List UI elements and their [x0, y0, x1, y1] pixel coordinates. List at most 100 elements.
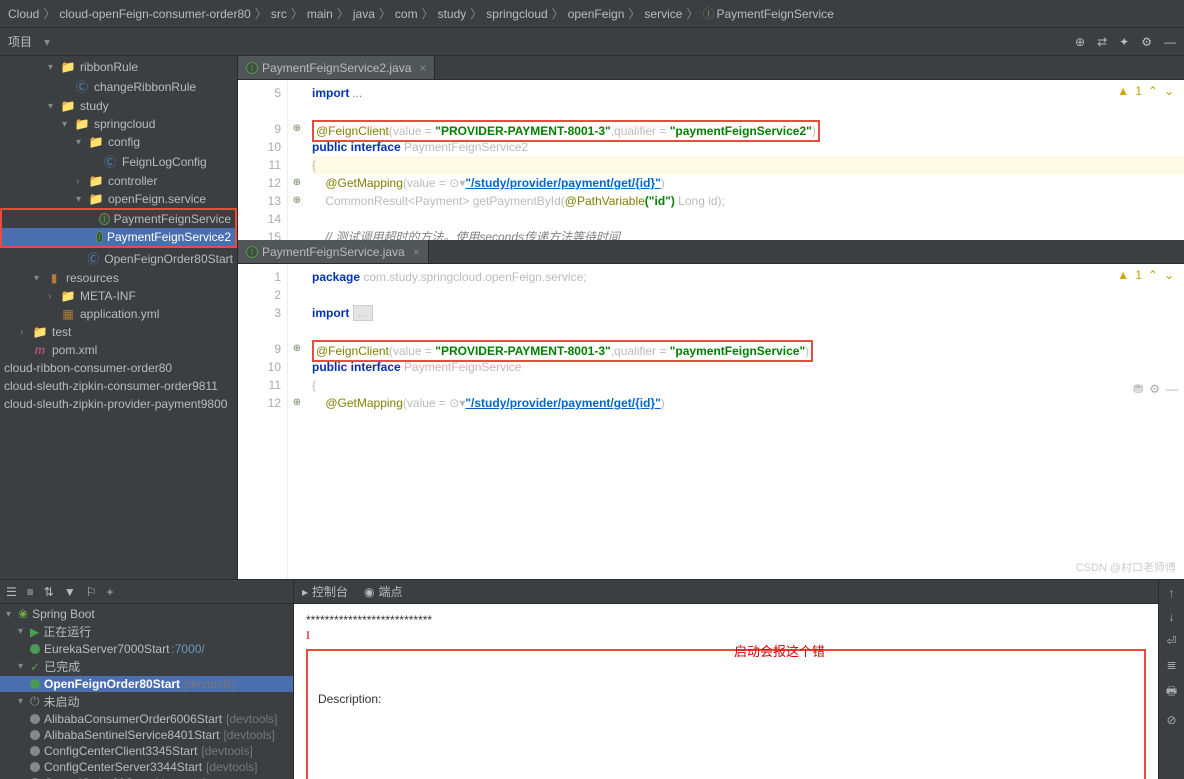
status-dot-icon — [30, 679, 40, 689]
hide-icon[interactable]: — — [1164, 35, 1176, 49]
editor2-tabs: IPaymentFeignService.java× — [238, 240, 1184, 264]
add-icon[interactable]: + — [107, 585, 114, 599]
gear-icon[interactable]: ⚙ — [1141, 35, 1152, 49]
console-output[interactable]: *************************** I 启动会报这个错 De… — [294, 604, 1158, 779]
database-icon[interactable]: ⛃ — [1133, 382, 1143, 396]
error-annotation: 启动会报这个错 — [734, 644, 825, 660]
tree-module-3[interactable]: cloud-sleuth-zipkin-provider-payment9800 — [0, 395, 237, 413]
tree-resources[interactable]: ▾▮resources — [0, 269, 237, 287]
tree-study[interactable]: ▾📁study — [0, 97, 237, 115]
status-dot-icon — [30, 714, 40, 724]
warning-icon: ▲ — [1117, 268, 1129, 282]
tree-changeribbonrule[interactable]: ⒸchangeRibbonRule — [0, 76, 237, 97]
tree-icon[interactable]: ≡ — [27, 585, 34, 599]
tab-console[interactable]: ▸控制台 — [302, 583, 348, 600]
tab-paymentfeignservice2[interactable]: IPaymentFeignService2.java× — [238, 56, 435, 79]
tree-config[interactable]: ▾📁config — [0, 133, 237, 151]
status-dot-icon — [30, 644, 40, 654]
tree-paymentfeignservice2[interactable]: IPaymentFeignService2 — [2, 228, 235, 246]
hide-icon[interactable]: — — [1166, 382, 1178, 396]
console-tabs: ▸控制台 ◉端点 — [294, 580, 1158, 604]
filter2-icon[interactable]: ▼ — [64, 585, 76, 599]
sort-icon[interactable]: ⇅ — [44, 585, 54, 599]
print-icon[interactable]: 🖶 — [1166, 682, 1177, 703]
bc-6[interactable]: study — [438, 7, 467, 21]
tree-controller[interactable]: ›📁controller — [0, 172, 237, 190]
tree-module-2[interactable]: cloud-sleuth-zipkin-consumer-order9811 — [0, 377, 237, 395]
bc-0[interactable]: Cloud — [8, 7, 39, 21]
tree-feignlogconfig[interactable]: ⒸFeignLogConfig — [0, 151, 237, 172]
sb-item-4[interactable]: ConfigCenterServer3344Start[devtools] — [0, 759, 293, 775]
tree-ribbonrule[interactable]: ▾📁ribbonRule — [0, 58, 237, 76]
sb-springboot[interactable]: ▾❀Spring Boot — [0, 606, 293, 622]
up-icon[interactable]: ↑ — [1169, 586, 1175, 600]
breadcrumb: Cloud〉 cloud-openFeign-consumer-order80〉… — [0, 0, 1184, 28]
project-tree[interactable]: ▾📁ribbonRule ⒸchangeRibbonRule ▾📁study ▾… — [0, 56, 238, 579]
close-icon[interactable]: × — [419, 61, 426, 75]
sb-item-1[interactable]: AlibabaConsumerOrder6006Start[devtools] — [0, 711, 293, 727]
tree-pom[interactable]: mpom.xml — [0, 341, 237, 359]
bc-9[interactable]: service — [644, 7, 682, 21]
tab-endpoints[interactable]: ◉端点 — [364, 583, 403, 600]
clear-icon[interactable]: ⊘ — [1166, 713, 1176, 727]
tree-paymentfeignservice[interactable]: IPaymentFeignService — [2, 210, 235, 228]
gutter: 1239101112 — [238, 264, 288, 579]
tab-paymentfeignservice[interactable]: IPaymentFeignService.java× — [238, 240, 429, 263]
expand-icon[interactable]: ⇄ — [1097, 35, 1107, 49]
tree-test[interactable]: ›📁test — [0, 323, 237, 341]
status-dot-icon — [30, 762, 40, 772]
sb-eureka[interactable]: EurekaServer7000Start:7000/ — [0, 641, 293, 657]
terminal-icon: ▸ — [302, 585, 308, 599]
inspection-badge[interactable]: ▲1⌃⌄ — [1117, 84, 1174, 98]
tree-openfeignorder80start[interactable]: ⒸOpenFeignOrder80Start — [0, 248, 237, 269]
code-lines[interactable]: package com.study.springcloud.openFeign.… — [306, 264, 1184, 579]
editor1[interactable]: ▲1⌃⌄ 59101112131415 ⊕⊕⊕ import ... @Feig… — [238, 80, 1184, 240]
bc-7[interactable]: springcloud — [486, 7, 547, 21]
tree-module-1[interactable]: cloud-ribbon-consumer-order80 — [0, 359, 237, 377]
bc-8[interactable]: openFeign — [568, 7, 625, 21]
sb-item-3[interactable]: ConfigCenterClient3345Start[devtools] — [0, 743, 293, 759]
sb-running[interactable]: ▾▶正在运行 — [0, 622, 293, 641]
services-toolbar: ☰ ≡ ⇅ ▼ ⚐ + — [0, 580, 293, 604]
wrap-icon[interactable]: ⏎ — [1166, 634, 1176, 648]
settings-icon[interactable]: ✦ — [1119, 35, 1129, 49]
bc-10[interactable]: PaymentFeignService — [716, 7, 833, 21]
interface-icon: Ⓘ — [702, 5, 714, 22]
editor2[interactable]: ▲1⌃⌄ 1239101112 ⊕⊕ package com.study.spr… — [238, 264, 1184, 579]
sb-openfeignorder80[interactable]: OpenFeignOrder80Start[devtools] — [0, 676, 293, 692]
endpoint-icon: ◉ — [364, 585, 374, 599]
bc-1[interactable]: cloud-openFeign-consumer-order80 — [59, 7, 250, 21]
inspection-badge[interactable]: ▲1⌃⌄ — [1117, 268, 1174, 282]
sb-item-2[interactable]: AlibabaSentinelService8401Start[devtools… — [0, 727, 293, 743]
glyph-margin: ⊕⊕⊕ — [288, 80, 306, 240]
bookmark-icon[interactable]: ⚐ — [86, 585, 97, 599]
filter-icon[interactable]: ☰ — [6, 585, 17, 599]
bc-5[interactable]: com — [395, 7, 418, 21]
glyph-margin: ⊕⊕ — [288, 264, 306, 579]
run-panel: ☰ ≡ ⇅ ▼ ⚐ + ▾❀Spring Boot ▾▶正在运行 EurekaS… — [0, 579, 1184, 779]
status-dot-icon — [30, 730, 40, 740]
bc-3[interactable]: main — [307, 7, 333, 21]
console-line: *************************** — [306, 612, 1146, 628]
scroll-icon[interactable]: ≣ — [1166, 658, 1176, 672]
bc-2[interactable]: src — [271, 7, 287, 21]
down-icon[interactable]: ↓ — [1169, 610, 1175, 624]
bc-4[interactable]: java — [353, 7, 375, 21]
tree-application-yml[interactable]: ▦application.yml — [0, 305, 237, 323]
code-lines[interactable]: import ... @FeignClient(value = "PROVIDE… — [306, 80, 1184, 240]
sb-done[interactable]: ▾✓已完成 — [0, 657, 293, 676]
chevron-down-icon[interactable]: ▾ — [44, 35, 50, 49]
tree-openfeign-service[interactable]: ▾📁openFeign.service — [0, 190, 237, 208]
sb-notstarted[interactable]: ▾⏻未启动 — [0, 692, 293, 711]
services-tree[interactable]: ▾❀Spring Boot ▾▶正在运行 EurekaServer7000Sta… — [0, 604, 293, 779]
close-icon[interactable]: × — [413, 245, 420, 259]
collapse-icon[interactable]: ⊕ — [1075, 35, 1085, 49]
gutter: 59101112131415 — [238, 80, 288, 240]
sb-item-5[interactable]: ConsulOrder80Start[devtools] — [0, 775, 293, 779]
tree-springcloud[interactable]: ▾📁springcloud — [0, 115, 237, 133]
tree-metainf[interactable]: ›📁META-INF — [0, 287, 237, 305]
cursor-icon: I — [306, 628, 310, 642]
spring-icon: ❀ — [18, 607, 28, 621]
gear-icon[interactable]: ⚙ — [1149, 382, 1160, 396]
console-error-box: Description: The bean 'PROVIDER-PAYMENT-… — [306, 649, 1146, 779]
